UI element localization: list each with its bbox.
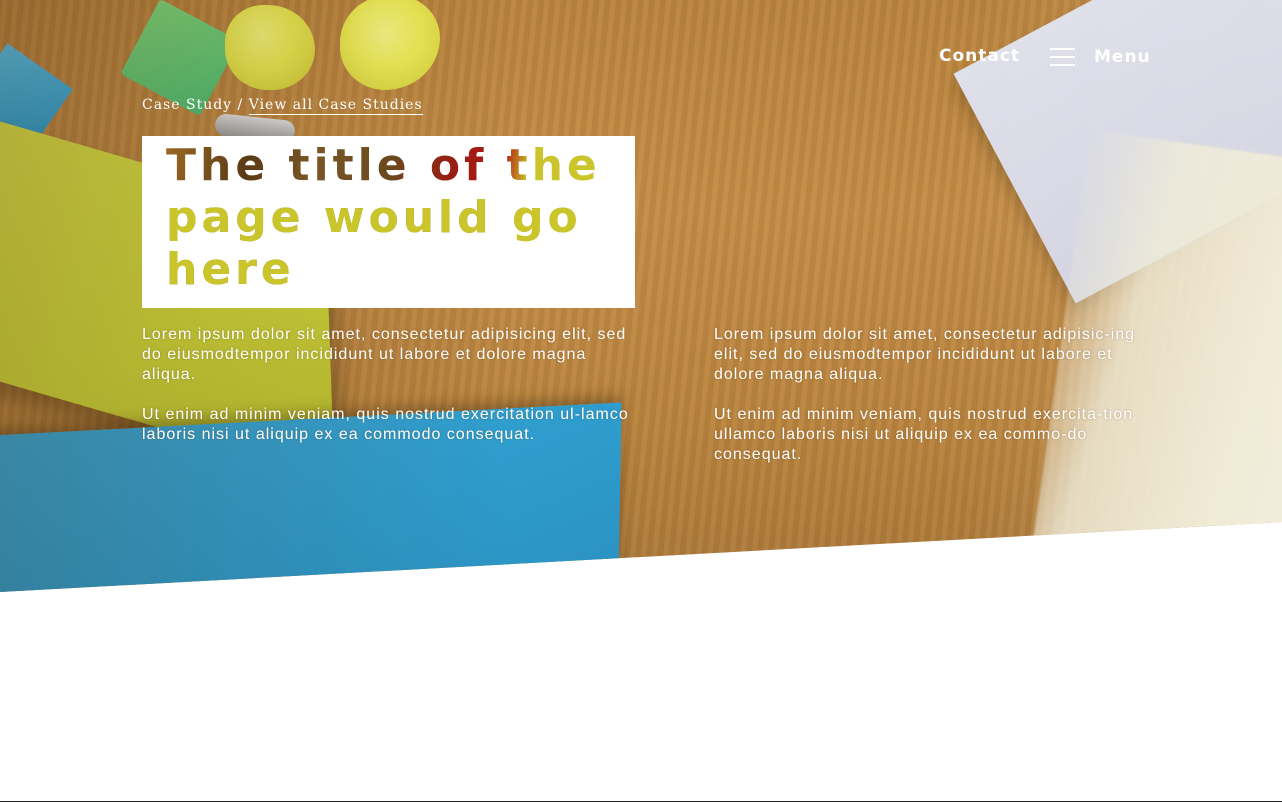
page-title-line-1: The title of the (166, 140, 601, 191)
hamburger-icon[interactable] (1050, 48, 1075, 66)
page-title: The title of the page would go here (166, 140, 611, 296)
body-paragraph: Ut enim ad minim veniam, quis nostrud ex… (714, 406, 1134, 463)
body-paragraph: Ut enim ad minim veniam, quis nostrud ex… (142, 406, 629, 443)
breadcrumb-separator: / (232, 97, 249, 113)
breadcrumb-current: Case Study (142, 97, 233, 113)
body-column-right: Lorem ipsum dolor sit amet, consectetur … (714, 325, 1144, 485)
title-box: The title of the page would go here (142, 136, 635, 308)
menu-button[interactable]: Menu (1050, 44, 1151, 70)
page-title-line-2: page would go (166, 192, 582, 243)
case-study-page: Contact Menu Case Study / View all Case … (0, 0, 1282, 802)
body-paragraph: Lorem ipsum dolor sit amet, consectetur … (714, 326, 1136, 383)
contact-link[interactable]: Contact (939, 46, 1020, 66)
menu-label[interactable]: Menu (1094, 47, 1151, 67)
page-title-line-3: here (166, 244, 295, 295)
body-paragraph: Lorem ipsum dolor sit amet, consectetur … (142, 326, 627, 383)
breadcrumb: Case Study / View all Case Studies (142, 97, 423, 115)
body-column-left: Lorem ipsum dolor sit amet, consectetur … (142, 325, 637, 465)
view-all-case-studies-link[interactable]: View all Case Studies (248, 97, 423, 115)
